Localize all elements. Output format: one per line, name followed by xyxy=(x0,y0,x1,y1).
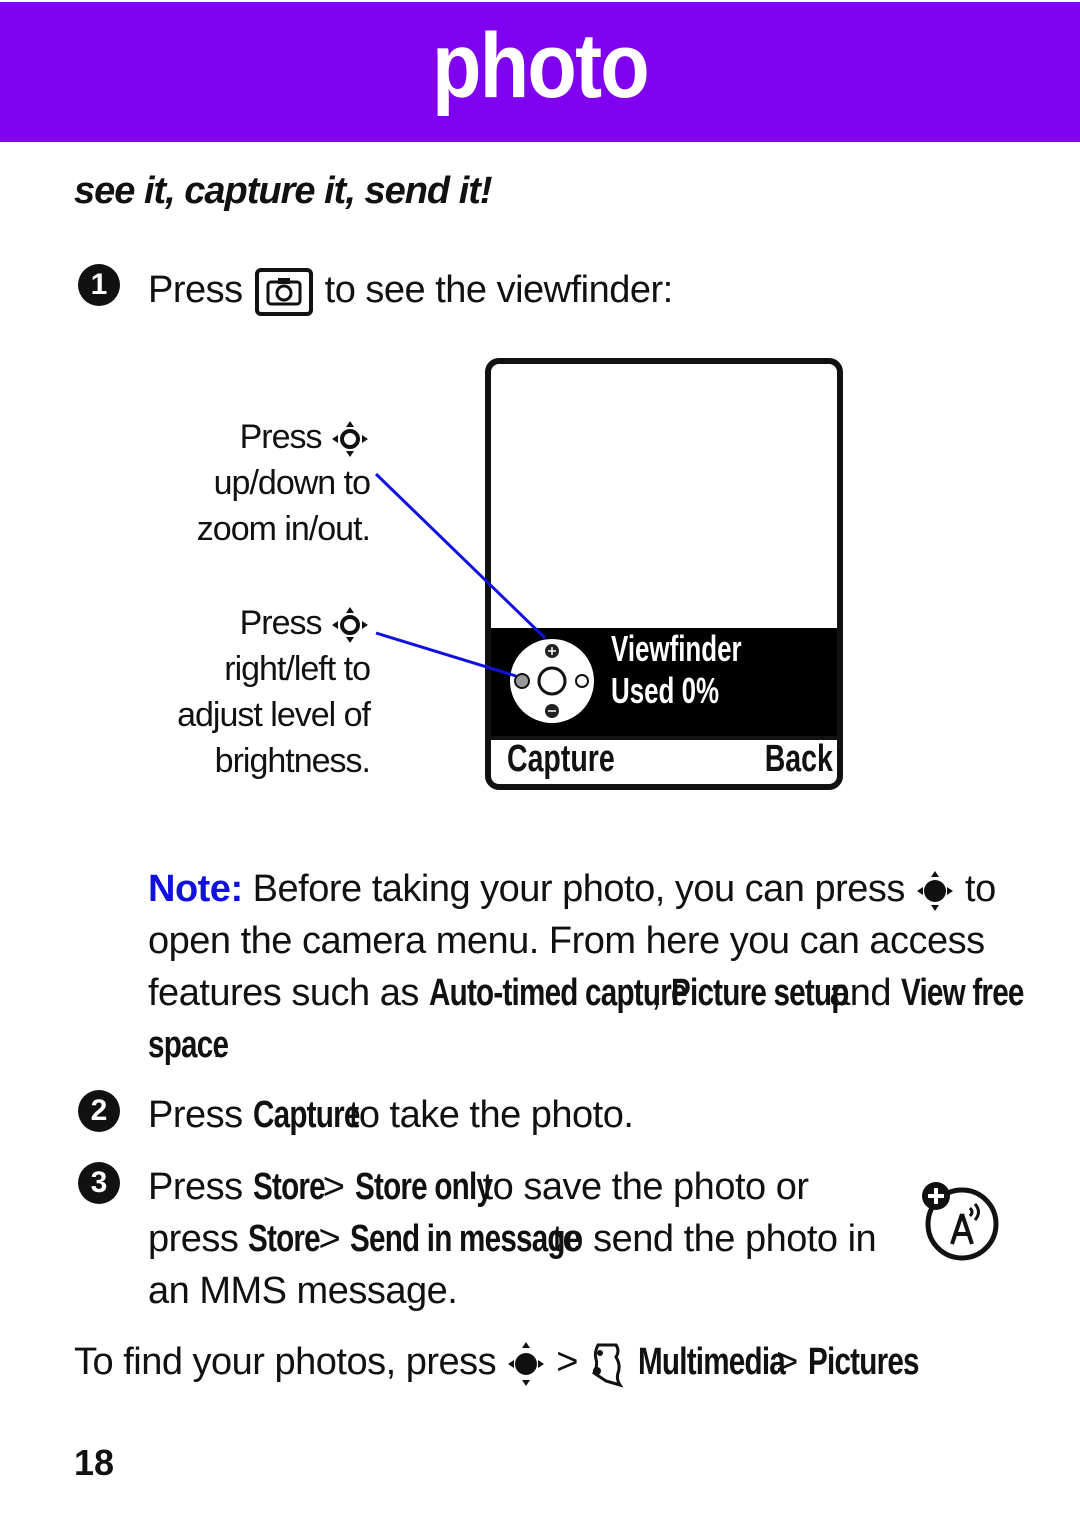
note-line-1: Note: Before taking your photo, you can … xyxy=(148,868,996,913)
step-3-line-1: Press Store > Store only to save the pho… xyxy=(148,1166,809,1209)
step-3-post2: to send the photo in xyxy=(552,1218,877,1260)
multimedia-menu-label: Multimedia xyxy=(638,1341,786,1384)
pictures-menu-label: Pictures xyxy=(807,1341,920,1384)
menu-separator: > xyxy=(322,1166,345,1208)
step-3-line-2: press Store > Send in message to send th… xyxy=(148,1218,877,1261)
note-line-3: features such as Auto-timed capture, Pic… xyxy=(148,972,1024,1015)
menu-separator: > xyxy=(556,1341,578,1384)
step-2-post: to take the photo. xyxy=(348,1094,634,1136)
store-label: Store xyxy=(252,1166,326,1208)
zoom-callout-line xyxy=(374,472,547,640)
feature-auto-timed-capture: Auto-timed capture xyxy=(428,972,687,1014)
note-text-1: Before taking your photo, you can press xyxy=(252,868,906,910)
send-in-message-label: Send in message xyxy=(350,1218,581,1260)
step-3-mid: to save the photo or xyxy=(482,1166,809,1208)
feature-view-free-space: View free xyxy=(901,972,1024,1014)
step-2-pre: Press xyxy=(148,1094,243,1136)
feature-picture-setup: Picture setup xyxy=(671,972,849,1014)
note-text-3: features such as xyxy=(148,972,419,1014)
multimedia-icon xyxy=(588,1341,628,1388)
page-number: 18 xyxy=(74,1442,115,1483)
note-text-1-end: to xyxy=(965,868,996,910)
capture-key-label: Capture xyxy=(252,1094,360,1136)
store-label: Store xyxy=(248,1218,321,1260)
find-pre: To find your photos, press xyxy=(74,1341,497,1384)
step-3-badge: 3 xyxy=(78,1162,120,1204)
find-photos-line: To find your photos, press > Multimedia … xyxy=(74,1340,920,1388)
brightness-callout-line xyxy=(375,631,517,678)
step-3-pre2: press xyxy=(148,1218,239,1260)
store-only-label: Store only xyxy=(354,1166,493,1208)
menu-separator: > xyxy=(318,1218,341,1260)
nav-select-icon xyxy=(506,1341,546,1386)
network-feature-icon xyxy=(922,1182,999,1261)
step-3-pre: Press xyxy=(148,1166,243,1208)
step-2-text: Press Capture to take the photo. xyxy=(148,1094,634,1137)
note-label: Note: xyxy=(148,868,243,910)
callout-lines xyxy=(374,472,547,678)
note-line-2: open the camera menu. From here you can … xyxy=(148,920,985,962)
nav-select-icon xyxy=(915,868,955,911)
step-2-badge: 2 xyxy=(78,1090,120,1132)
feature-view-free-space-cont: space xyxy=(148,1024,229,1066)
note-line-4: space. xyxy=(148,1024,229,1067)
step-3-line-3: an MMS message. xyxy=(148,1270,458,1312)
